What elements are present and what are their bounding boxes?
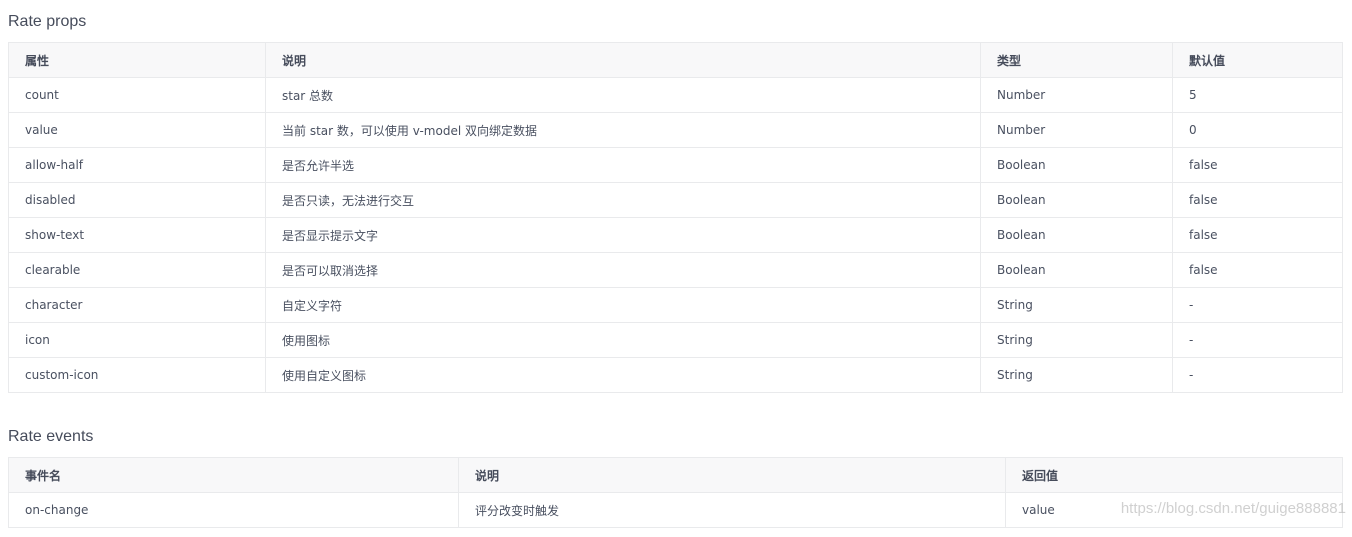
header-attribute: 属性	[8, 42, 266, 78]
prop-name: show-text	[8, 217, 266, 253]
prop-description: 自定义字符	[265, 287, 981, 323]
props-table: 属性 说明 类型 默认值 count star 总数 Number 5 valu…	[8, 42, 1343, 393]
watermark: https://blog.csdn.net/guige888881	[1120, 500, 1346, 517]
prop-default: 0	[1172, 112, 1343, 148]
prop-type: String	[980, 357, 1173, 393]
prop-description: 是否可以取消选择	[265, 252, 981, 288]
prop-type: Boolean	[980, 147, 1173, 183]
prop-description: 当前 star 数，可以使用 v-model 双向绑定数据	[265, 112, 981, 148]
prop-default: -	[1172, 287, 1343, 323]
prop-name: value	[8, 112, 266, 148]
prop-name: disabled	[8, 182, 266, 218]
prop-default: false	[1172, 182, 1343, 218]
table-row: clearable 是否可以取消选择 Boolean false	[8, 252, 1343, 288]
table-row: disabled 是否只读，无法进行交互 Boolean false	[8, 182, 1343, 218]
event-description: 评分改变时触发	[458, 492, 1006, 528]
table-row: custom-icon 使用自定义图标 String -	[8, 357, 1343, 393]
prop-default: 5	[1172, 77, 1343, 113]
prop-default: false	[1172, 217, 1343, 253]
prop-name: icon	[8, 322, 266, 358]
prop-default: -	[1172, 357, 1343, 393]
table-row: show-text 是否显示提示文字 Boolean false	[8, 217, 1343, 253]
prop-name: count	[8, 77, 266, 113]
events-table: 事件名 说明 返回值 on-change 评分改变时触发 value	[8, 457, 1343, 528]
prop-type: Number	[980, 77, 1173, 113]
header-default: 默认值	[1172, 42, 1343, 78]
prop-description: 是否只读，无法进行交互	[265, 182, 981, 218]
header-description: 说明	[458, 457, 1006, 493]
table-row: icon 使用图标 String -	[8, 322, 1343, 358]
header-description: 说明	[265, 42, 981, 78]
props-section-title: Rate props	[8, 13, 87, 30]
prop-name: allow-half	[8, 147, 266, 183]
prop-description: 是否显示提示文字	[265, 217, 981, 253]
prop-description: 使用图标	[265, 322, 981, 358]
prop-type: Boolean	[980, 252, 1173, 288]
prop-type: String	[980, 287, 1173, 323]
prop-default: false	[1172, 147, 1343, 183]
table-row: value 当前 star 数，可以使用 v-model 双向绑定数据 Numb…	[8, 112, 1343, 148]
table-row: count star 总数 Number 5	[8, 77, 1343, 113]
header-event-name: 事件名	[8, 457, 459, 493]
prop-description: 是否允许半选	[265, 147, 981, 183]
header-type: 类型	[980, 42, 1173, 78]
prop-name: custom-icon	[8, 357, 266, 393]
prop-type: Boolean	[980, 182, 1173, 218]
table-row: allow-half 是否允许半选 Boolean false	[8, 147, 1343, 183]
prop-type: Boolean	[980, 217, 1173, 253]
props-header-row: 属性 说明 类型 默认值	[8, 42, 1343, 78]
prop-name: clearable	[8, 252, 266, 288]
events-header-row: 事件名 说明 返回值	[8, 457, 1343, 493]
prop-type: String	[980, 322, 1173, 358]
prop-name: character	[8, 287, 266, 323]
header-return-value: 返回值	[1005, 457, 1343, 493]
prop-default: -	[1172, 322, 1343, 358]
prop-description: 使用自定义图标	[265, 357, 981, 393]
event-name: on-change	[8, 492, 459, 528]
prop-default: false	[1172, 252, 1343, 288]
prop-type: Number	[980, 112, 1173, 148]
table-row: character 自定义字符 String -	[8, 287, 1343, 323]
events-section-title: Rate events	[8, 428, 94, 445]
prop-description: star 总数	[265, 77, 981, 113]
